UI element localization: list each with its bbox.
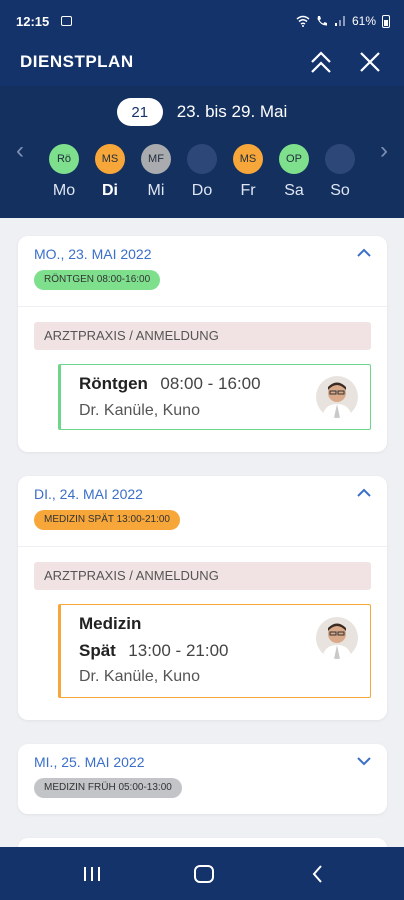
status-bar: 12:15 61% [0, 0, 404, 44]
day-label: Di [102, 182, 118, 199]
avatar [316, 376, 358, 418]
day-so[interactable]: So [321, 144, 359, 200]
battery-icon [382, 14, 390, 28]
signal-icon [334, 16, 345, 26]
day-shift-dot: MS [95, 144, 125, 174]
week-selector: 21 23. bis 29. Mai ‹ › Rö Mo MS Di MF Mi… [0, 86, 404, 218]
day-shift-dot: MF [141, 144, 171, 174]
week-header: 21 23. bis 29. Mai [0, 98, 404, 126]
call-icon [317, 16, 327, 26]
gallery-notification-icon [61, 16, 72, 26]
shift-entry[interactable]: Medizin Spät 13:00 - 21:00 Dr. Kanüle, K… [58, 604, 371, 698]
day-label: So [330, 182, 350, 199]
day-fr[interactable]: MS Fr [229, 144, 267, 200]
day-mi[interactable]: MF Mi [137, 144, 175, 200]
day-label: Do [191, 182, 213, 199]
system-nav-bar [0, 847, 404, 900]
day-card-di: DI., 24. MAI 2022 MEDIZIN SPÄT 13:00-21:… [18, 476, 387, 720]
shift-time: 13:00 - 21:00 [128, 641, 229, 660]
shift-name: Medizin [79, 614, 142, 633]
shift-name: Röntgen [79, 374, 148, 393]
day-label: Mo [52, 182, 76, 199]
back-icon[interactable] [305, 861, 331, 887]
next-week-chevron-icon[interactable]: › [374, 138, 394, 164]
shift-badge: RÖNTGEN 08:00-16:00 [34, 270, 161, 290]
day-do[interactable]: Do [183, 144, 221, 200]
shift-badge: MEDIZIN FRÜH 05:00-13:00 [34, 778, 182, 798]
day-mo[interactable]: Rö Mo [45, 144, 83, 200]
divider [18, 546, 387, 547]
recent-apps-icon[interactable] [79, 861, 105, 887]
week-range: 23. bis 29. Mai [176, 102, 288, 121]
week-number-badge[interactable]: 21 [116, 98, 163, 126]
app-bar: DIENSTPLAN [0, 44, 404, 86]
schedule-list[interactable]: MO., 23. MAI 2022 RÖNTGEN 08:00-16:00 AR… [0, 218, 404, 847]
day-strip: Rö Mo MS Di MF Mi Do MS Fr OP Sa So [45, 144, 359, 200]
day-sa[interactable]: OP Sa [275, 144, 313, 200]
shift-person: Dr. Kanüle, Kuno [79, 402, 200, 419]
day-card-next[interactable] [18, 838, 387, 847]
collapse-up-icon[interactable] [305, 48, 337, 78]
shift-entry[interactable]: Röntgen 08:00 - 16:00 Dr. Kanüle, Kuno [58, 364, 371, 430]
chevron-up-icon[interactable] [355, 246, 373, 260]
day-card-date: DI., 24. MAI 2022 [34, 486, 143, 502]
wifi-icon [296, 15, 310, 27]
day-shift-dot [325, 144, 355, 174]
day-label: Sa [284, 182, 304, 199]
day-label: Mi [147, 182, 165, 199]
system-icons: 61% [296, 14, 390, 28]
day-card-date: MI., 25. MAI 2022 [34, 754, 145, 770]
shift-name-cont: Spät [79, 641, 116, 660]
day-card-mi[interactable]: MI., 25. MAI 2022 MEDIZIN FRÜH 05:00-13:… [18, 744, 387, 814]
divider [18, 306, 387, 307]
chevron-down-icon[interactable] [355, 754, 373, 768]
shift-badge: MEDIZIN SPÄT 13:00-21:00 [34, 510, 180, 530]
close-icon[interactable] [354, 46, 386, 78]
chevron-up-icon[interactable] [355, 486, 373, 500]
shift-time: 08:00 - 16:00 [160, 374, 261, 393]
status-time: 12:15 [16, 14, 50, 29]
location-label: ARZTPRAXIS / ANMELDUNG [34, 562, 371, 590]
avatar [316, 617, 358, 659]
day-shift-dot: Rö [49, 144, 79, 174]
shift-person: Dr. Kanüle, Kuno [79, 668, 200, 685]
page-title: DIENSTPLAN [20, 52, 134, 71]
location-label: ARZTPRAXIS / ANMELDUNG [34, 322, 371, 350]
day-card-date: MO., 23. MAI 2022 [34, 246, 152, 262]
day-shift-dot [187, 144, 217, 174]
day-card-mo: MO., 23. MAI 2022 RÖNTGEN 08:00-16:00 AR… [18, 236, 387, 452]
day-shift-dot: OP [279, 144, 309, 174]
prev-week-chevron-icon[interactable]: ‹ [10, 138, 30, 164]
day-di[interactable]: MS Di [91, 144, 129, 200]
day-shift-dot: MS [233, 144, 263, 174]
home-icon[interactable] [191, 861, 217, 887]
battery-percent: 61% [351, 14, 376, 28]
day-label: Fr [240, 182, 256, 199]
